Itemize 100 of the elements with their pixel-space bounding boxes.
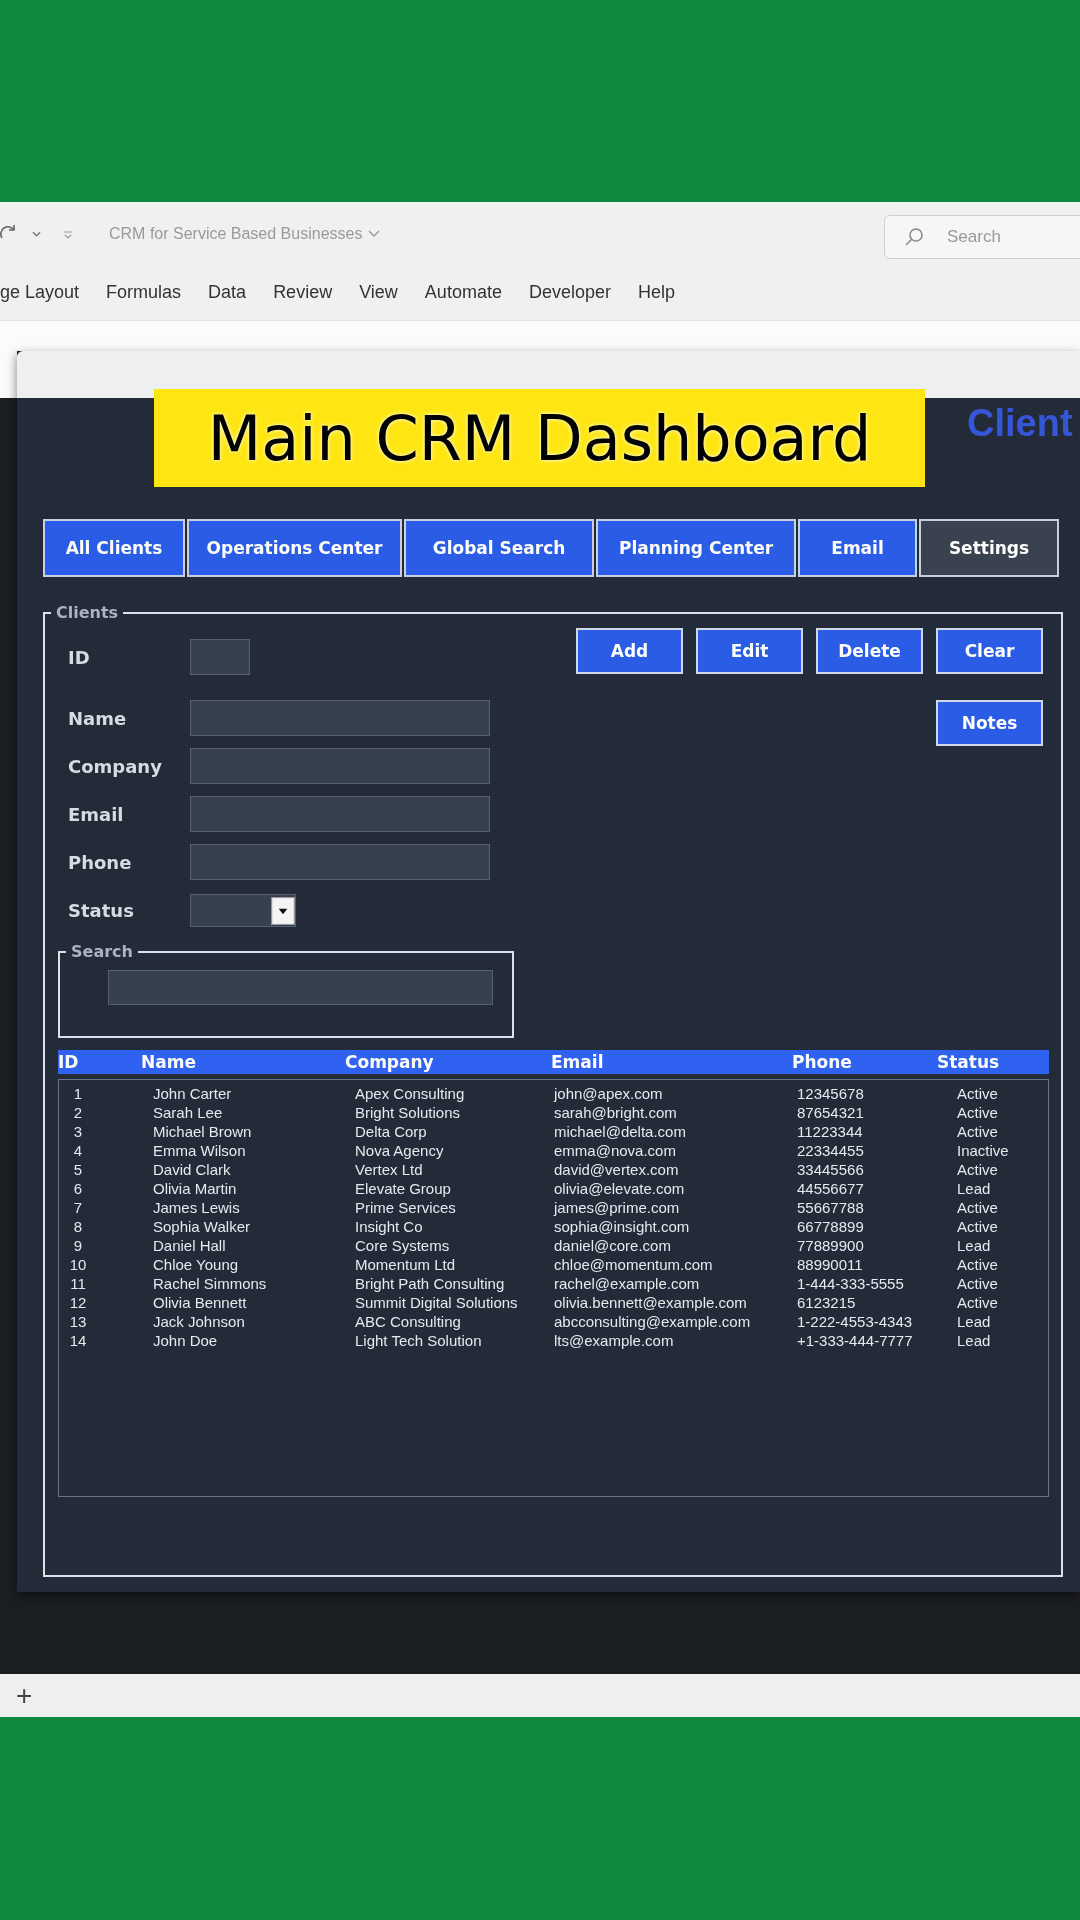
table-cell-text: 7 [72,1199,84,1216]
input-field[interactable] [190,796,490,832]
column-header: Status [937,1052,1000,1072]
nav-tab[interactable]: Settings [919,519,1059,577]
table-cell: +1-333-444-7777 [797,1332,913,1349]
ribbon-tab[interactable]: Automate [424,282,502,303]
table-cell-text: 13 [68,1313,88,1330]
column-header: Name [141,1052,196,1072]
table-cell: Momentum Ltd [355,1256,456,1273]
table-cell: john@apex.com [554,1085,663,1102]
nav-tab[interactable]: Email [798,519,917,577]
table-cell: 66778899 [797,1218,864,1235]
ribbon-tab[interactable]: ge Layout [0,282,80,303]
table-cell: Delta Corp [355,1123,427,1140]
search-icon [904,227,924,247]
frame-legend: Search [66,942,138,961]
action-button[interactable]: Delete [816,628,923,674]
action-button[interactable]: Add [576,628,683,674]
ribbon-tab[interactable]: View [359,282,398,303]
table-cell: Nova Agency [355,1142,444,1159]
table-cell: Bright Path Consulting [355,1275,505,1292]
table-cell: Active [957,1123,998,1140]
caret-icon[interactable] [32,230,41,237]
nav-tab[interactable]: Operations Center [187,519,402,577]
table-cell: Active [957,1085,998,1102]
table-cell: rachel@example.com [554,1275,700,1292]
table-cell: Apex Consulting [355,1085,465,1102]
table-cell: Michael Brown [153,1123,252,1140]
input-field[interactable] [190,844,490,880]
table-cell: Prime Services [355,1199,456,1216]
input-field[interactable] [190,639,250,675]
table-cell: Olivia Bennett [153,1294,247,1311]
table-cell: 11223344 [797,1123,863,1140]
table-cell: James Lewis [153,1199,240,1216]
table-cell: Daniel Hall [153,1237,226,1254]
table-cell: Lead [957,1237,991,1254]
table-cell: 12345678 [797,1085,864,1102]
table-cell: david@vertex.com [554,1161,679,1178]
ribbon-tab[interactable]: Help [637,282,675,303]
table-cell: 22334455 [797,1142,864,1159]
customize-icon[interactable] [63,228,73,239]
table-cell: olivia@elevate.com [554,1180,685,1197]
action-button[interactable]: Edit [696,628,803,674]
column-header: Phone [792,1052,852,1072]
table-cell: Sophia Walker [153,1218,250,1235]
table-cell-text: 5 [72,1161,84,1178]
table-cell: abcconsulting@example.com [554,1313,751,1330]
field-label: Phone [68,851,133,873]
column-header: ID [58,1052,79,1072]
table-cell: Lead [957,1313,991,1330]
input-field[interactable] [190,748,490,784]
table-cell: Lead [957,1180,991,1197]
table-cell: Lead [957,1332,991,1349]
table-cell: 6123215 [797,1294,856,1311]
field-label: ID [68,646,91,668]
notes-button[interactable]: Notes [936,700,1043,746]
ribbon-tab[interactable]: Data [208,282,247,303]
table-cell: 1-222-4553-4343 [797,1313,913,1330]
table-cell: Insight Co [355,1218,423,1235]
table-cell-text: 9 [72,1237,84,1254]
table-cell: lts@example.com [554,1332,674,1349]
table-cell: james@prime.com [554,1199,680,1216]
action-button[interactable]: Clear [936,628,1043,674]
client-list[interactable] [58,1079,1049,1497]
table-cell-text: 10 [68,1256,88,1273]
field-label: Name [68,707,128,729]
table-cell: John Carter [153,1085,232,1102]
table-cell-text: 4 [72,1142,84,1159]
table-cell: olivia.bennett@example.com [554,1294,747,1311]
table-cell: Bright Solutions [355,1104,461,1121]
ribbon-tab[interactable]: Review [273,282,333,303]
table-cell: emma@nova.com [554,1142,676,1159]
table-cell: 87654321 [797,1104,864,1121]
table-cell: 77889900 [797,1237,864,1254]
field-label: Company [68,755,163,777]
nav-tab[interactable]: Global Search [404,519,594,577]
add-sheet-button[interactable]: + [16,1681,33,1710]
nav-tab[interactable]: All Clients [43,519,185,577]
table-cell: 88990011 [797,1256,863,1273]
table-cell: Olivia Martin [153,1180,237,1197]
table-cell: Core Systems [355,1237,450,1254]
table-cell: Sarah Lee [153,1104,223,1121]
input-field[interactable] [190,700,490,736]
table-cell: Emma Wilson [153,1142,246,1159]
table-cell-text: 14 [68,1332,88,1349]
nav-tab[interactable]: Planning Center [596,519,796,577]
table-cell: Light Tech Solution [355,1332,482,1349]
table-cell: sarah@bright.com [554,1104,677,1121]
table-cell: Chloe Young [153,1256,239,1273]
table-cell: Active [957,1199,998,1216]
ribbon-tab[interactable]: Formulas [106,282,182,303]
table-cell: michael@delta.com [554,1123,686,1140]
ribbon-tab[interactable]: Developer [528,282,611,303]
status-dropdown[interactable] [190,893,296,927]
search-field[interactable] [108,970,493,1005]
table-cell: Active [957,1218,998,1235]
chevron-icon[interactable] [368,229,381,238]
caption-banner: Main CRM Dashboard [154,389,925,487]
table-cell: sophia@insight.com [554,1218,690,1235]
table-cell: Summit Digital Solutions [355,1294,518,1311]
